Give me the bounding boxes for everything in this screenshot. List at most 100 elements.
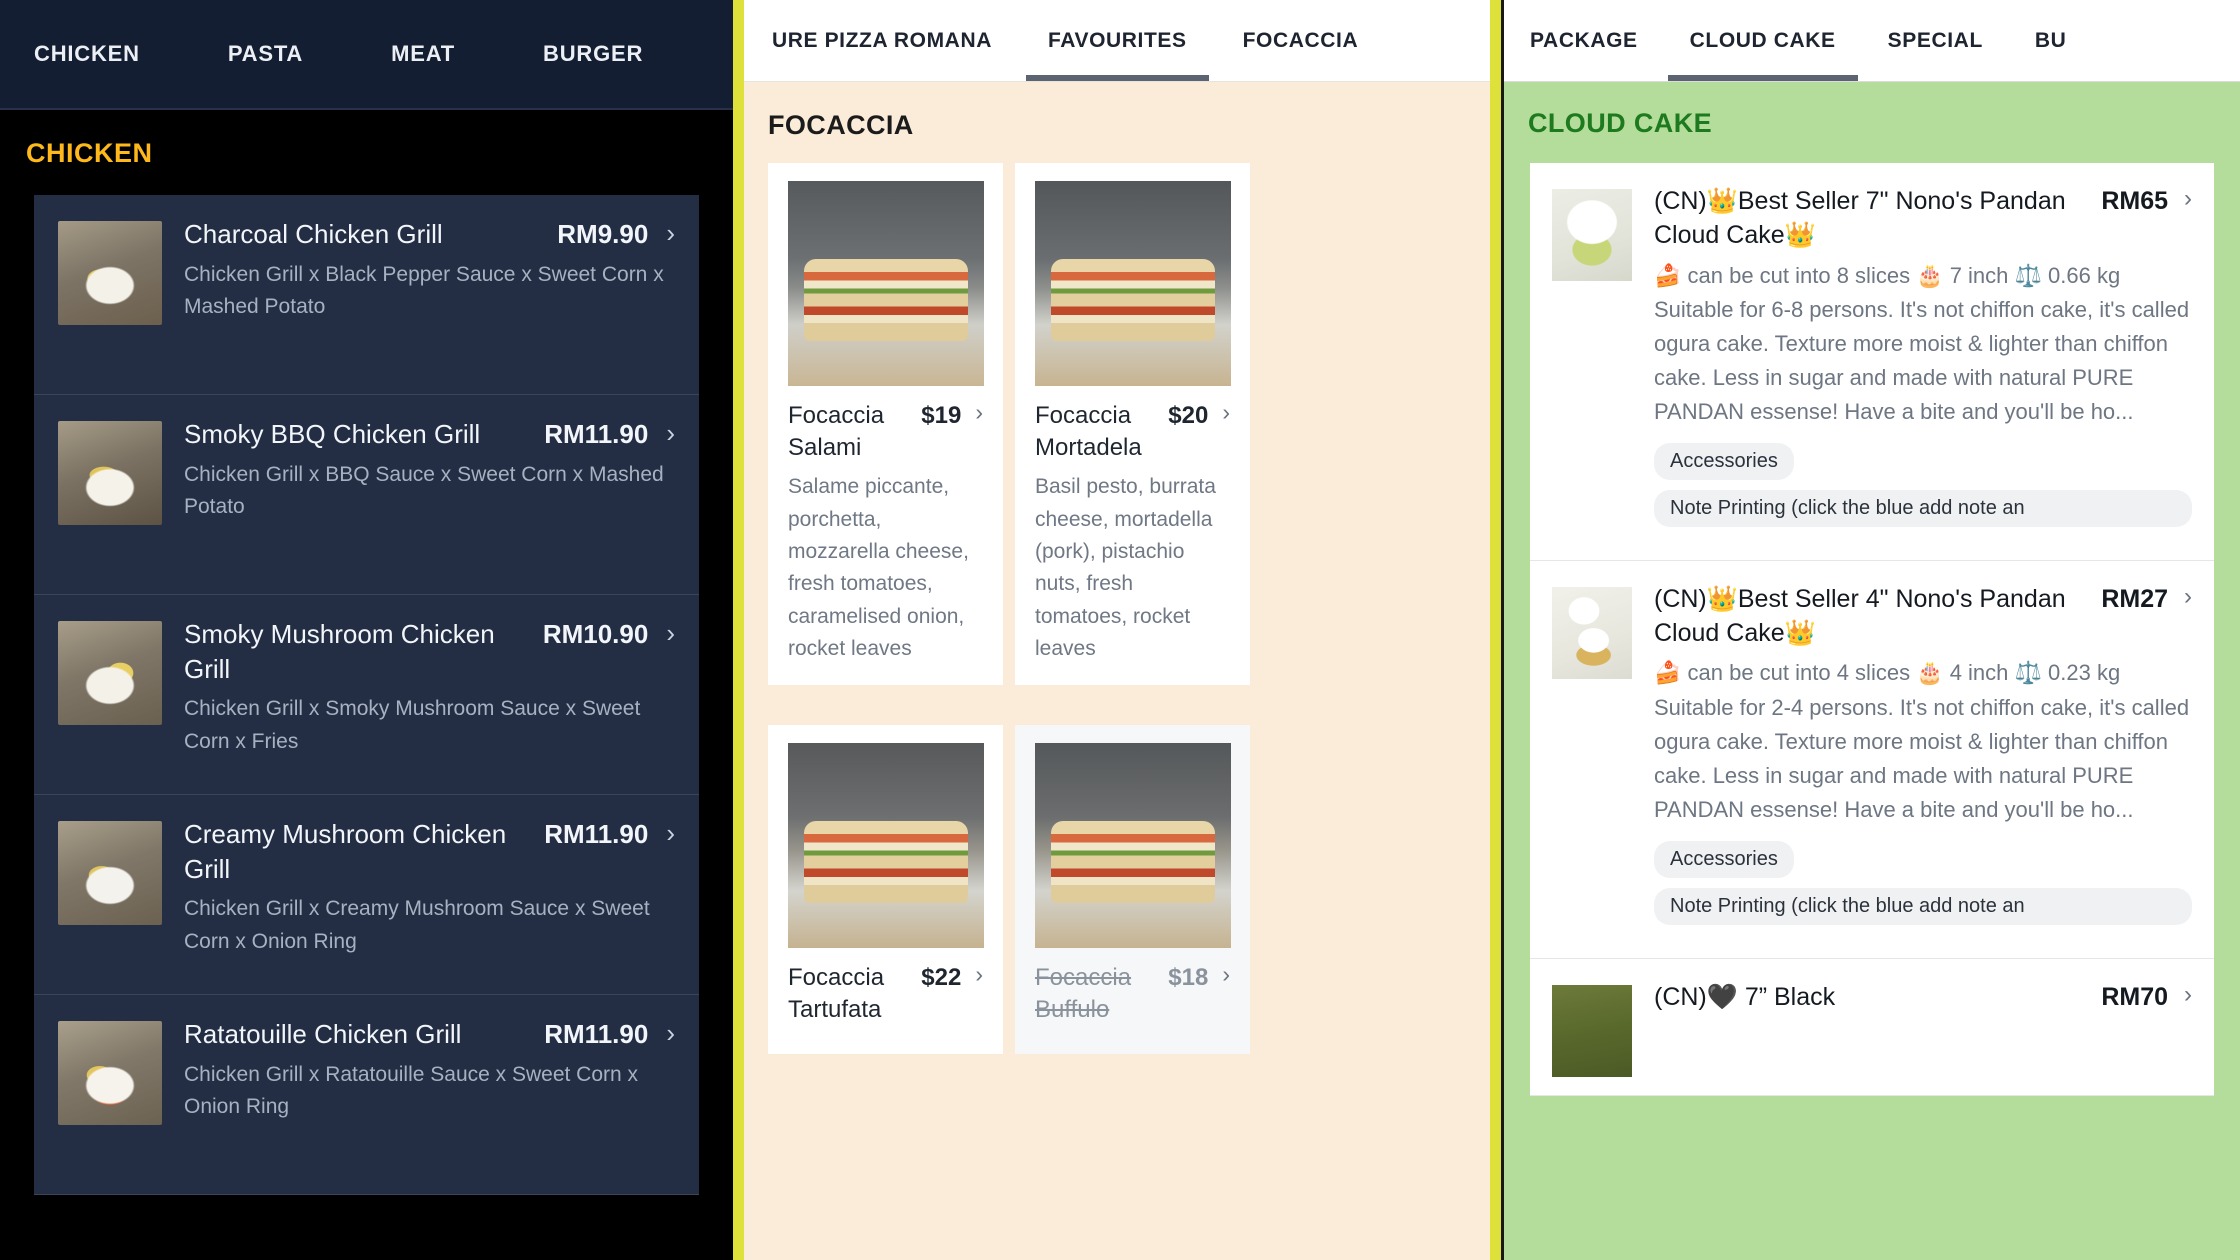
item-header-row: (CN)👑Best Seller 4" Nono's Pandan Cloud …	[1654, 583, 2192, 651]
item-name: Ratatouille Chicken Grill	[184, 1019, 462, 1049]
item-name: (CN)👑Best Seller 7" Nono's Pandan Cloud …	[1654, 187, 2066, 249]
product-card-sold-out[interactable]: Focaccia Buffulo $18 ›	[1015, 725, 1250, 1054]
item-header-row: Ratatouille Chicken Grill RM11.90 ›	[184, 1017, 675, 1052]
list-item[interactable]: Creamy Mushroom Chicken Grill RM11.90 › …	[34, 795, 699, 995]
product-name: Focaccia Salami	[788, 402, 885, 462]
list-item[interactable]: Smoky BBQ Chicken Grill RM11.90 › Chicke…	[34, 395, 699, 595]
left-menu-panel: CHICKEN PASTA MEAT BURGER CHICKEN Charco…	[0, 0, 733, 1260]
item-name: (CN)🖤 7” Black	[1654, 982, 1836, 1011]
list-item[interactable]: (CN)🖤 7” Black RM70 ›	[1530, 958, 2214, 1096]
status-badge-note-printing[interactable]: Note Printing (click the blue add note a…	[1654, 489, 2192, 527]
item-body: Smoky BBQ Chicken Grill RM11.90 › Chicke…	[184, 417, 675, 568]
item-description: Chicken Grill x Smoky Mushroom Sauce x S…	[184, 697, 641, 753]
item-name: (CN)👑Best Seller 4" Nono's Pandan Cloud …	[1654, 584, 2066, 647]
product-card[interactable]: Focaccia Tartufata $22 ›	[768, 725, 1003, 1054]
chevron-right-icon[interactable]: ›	[975, 399, 983, 425]
chevron-right-icon[interactable]: ›	[975, 961, 983, 987]
right-item-list: (CN)👑Best Seller 7" Nono's Pandan Cloud …	[1530, 163, 2214, 1096]
right-tab-bar: PACKAGE CLOUD CAKE SPECIAL BU	[1504, 0, 2240, 82]
list-item[interactable]: Smoky Mushroom Chicken Grill RM10.90 › C…	[34, 595, 699, 795]
item-body: (CN)👑Best Seller 7" Nono's Pandan Cloud …	[1654, 185, 2192, 542]
tab-meat[interactable]: MEAT	[391, 41, 455, 67]
chevron-right-icon[interactable]: ›	[666, 620, 675, 646]
item-header-row: (CN)👑Best Seller 7" Nono's Pandan Cloud …	[1654, 185, 2192, 253]
card-header-row: Focaccia Buffulo $18 ›	[1035, 961, 1230, 1026]
item-name: Creamy Mushroom Chicken Grill	[184, 819, 507, 884]
tab-bu[interactable]: BU	[2009, 0, 2093, 81]
item-header-row: (CN)🖤 7” Black RM70 ›	[1654, 981, 2192, 1015]
list-item[interactable]: Ratatouille Chicken Grill RM11.90 › Chic…	[34, 995, 699, 1195]
item-thumbnail	[58, 221, 162, 325]
item-thumbnail	[58, 821, 162, 925]
card-header-row: Focaccia Tartufata $22 ›	[788, 961, 983, 1026]
list-item[interactable]: (CN)👑Best Seller 4" Nono's Pandan Cloud …	[1530, 560, 2214, 959]
item-header-row: Smoky Mushroom Chicken Grill RM10.90 ›	[184, 617, 675, 686]
item-tag-group: Accessories Note Printing (click the blu…	[1654, 442, 2192, 542]
chevron-right-icon[interactable]: ›	[2184, 583, 2192, 611]
middle-card-grid: Focaccia Salami $19 › Salame piccante, p…	[744, 163, 1490, 1082]
list-item[interactable]: (CN)👑Best Seller 7" Nono's Pandan Cloud …	[1530, 163, 2214, 561]
product-image	[788, 181, 984, 386]
item-price: RM10.90	[542, 619, 649, 649]
item-body: Smoky Mushroom Chicken Grill RM10.90 › C…	[184, 617, 675, 768]
status-badge-note-printing[interactable]: Note Printing (click the blue add note a…	[1654, 887, 2192, 925]
tab-favourites[interactable]: FAVOURITES	[1020, 0, 1215, 81]
item-body: (CN)🖤 7” Black RM70 ›	[1654, 981, 2192, 1077]
tab-burger[interactable]: BURGER	[543, 41, 643, 67]
chevron-right-icon[interactable]: ›	[2184, 981, 2192, 1009]
product-name: Focaccia Mortadela	[1035, 402, 1142, 462]
tab-focaccia[interactable]: FOCACCIA	[1215, 0, 1387, 81]
middle-menu-panel: URE PIZZA ROMANA FAVOURITES FOCACCIA FOC…	[733, 0, 1501, 1260]
product-price: $20	[1168, 402, 1209, 429]
item-header-row: Charcoal Chicken Grill RM9.90 ›	[184, 217, 675, 252]
item-thumbnail	[1552, 189, 1632, 281]
product-image	[788, 743, 984, 949]
chevron-right-icon[interactable]: ›	[666, 220, 675, 246]
item-price: RM70	[2101, 982, 2168, 1011]
tab-cloud-cake[interactable]: CLOUD CAKE	[1664, 0, 1862, 81]
chevron-right-icon[interactable]: ›	[1222, 961, 1230, 987]
item-price: RM9.90	[557, 219, 649, 249]
status-badge-accessories[interactable]: Accessories	[1654, 840, 1794, 878]
tab-package[interactable]: PACKAGE	[1504, 0, 1664, 81]
tab-pasta[interactable]: PASTA	[228, 41, 303, 67]
product-price: $19	[921, 402, 962, 429]
chevron-right-icon[interactable]: ›	[666, 820, 675, 846]
tab-pure-pizza-romana[interactable]: URE PIZZA ROMANA	[744, 0, 1020, 81]
item-description: Chicken Grill x Black Pepper Sauce x Swe…	[184, 262, 664, 319]
chevron-right-icon[interactable]: ›	[1222, 399, 1230, 425]
product-name: Focaccia Tartufata	[788, 964, 885, 1024]
right-menu-panel: PACKAGE CLOUD CAKE SPECIAL BU CLOUD CAKE…	[1501, 0, 2240, 1260]
item-description: 🍰 can be cut into 4 slices 🎂 4 inch ⚖️ 0…	[1654, 660, 2190, 822]
product-price: $18	[1168, 964, 1209, 992]
left-tab-bar: CHICKEN PASTA MEAT BURGER	[0, 0, 733, 110]
item-name: Smoky Mushroom Chicken Grill	[184, 619, 495, 684]
item-name: Smoky BBQ Chicken Grill	[184, 419, 481, 449]
product-description: Basil pesto, burrata cheese, mortadella …	[1035, 475, 1216, 660]
item-thumbnail	[58, 1021, 162, 1125]
item-header-row: Smoky BBQ Chicken Grill RM11.90 ›	[184, 417, 675, 452]
chevron-right-icon[interactable]: ›	[666, 420, 675, 446]
item-price: RM11.90	[544, 819, 649, 849]
item-name: Charcoal Chicken Grill	[184, 219, 443, 249]
product-card[interactable]: Focaccia Mortadela $20 › Basil pesto, bu…	[1015, 163, 1250, 686]
item-body: Ratatouille Chicken Grill RM11.90 › Chic…	[184, 1017, 675, 1168]
item-tag-group: Accessories Note Printing (click the blu…	[1654, 840, 2192, 940]
item-description: Chicken Grill x BBQ Sauce x Sweet Corn x…	[184, 462, 664, 519]
chevron-right-icon[interactable]: ›	[666, 1020, 675, 1046]
card-header-row: Focaccia Mortadela $20 ›	[1035, 399, 1230, 464]
item-header-row: Creamy Mushroom Chicken Grill RM11.90 ›	[184, 817, 675, 886]
item-price: RM11.90	[544, 1019, 649, 1049]
middle-section-title: FOCACCIA	[768, 110, 914, 140]
item-price: RM65	[2101, 187, 2168, 215]
tab-special[interactable]: SPECIAL	[1862, 0, 2009, 81]
list-item[interactable]: Charcoal Chicken Grill RM9.90 › Chicken …	[34, 195, 699, 395]
tab-chicken[interactable]: CHICKEN	[34, 41, 140, 67]
item-thumbnail	[1552, 586, 1632, 679]
status-badge-accessories[interactable]: Accessories	[1654, 442, 1794, 480]
item-thumbnail	[1552, 984, 1632, 1077]
item-body: Creamy Mushroom Chicken Grill RM11.90 › …	[184, 817, 675, 968]
product-card[interactable]: Focaccia Salami $19 › Salame piccante, p…	[768, 163, 1003, 686]
chevron-right-icon[interactable]: ›	[2184, 185, 2192, 213]
product-image	[1035, 181, 1231, 386]
